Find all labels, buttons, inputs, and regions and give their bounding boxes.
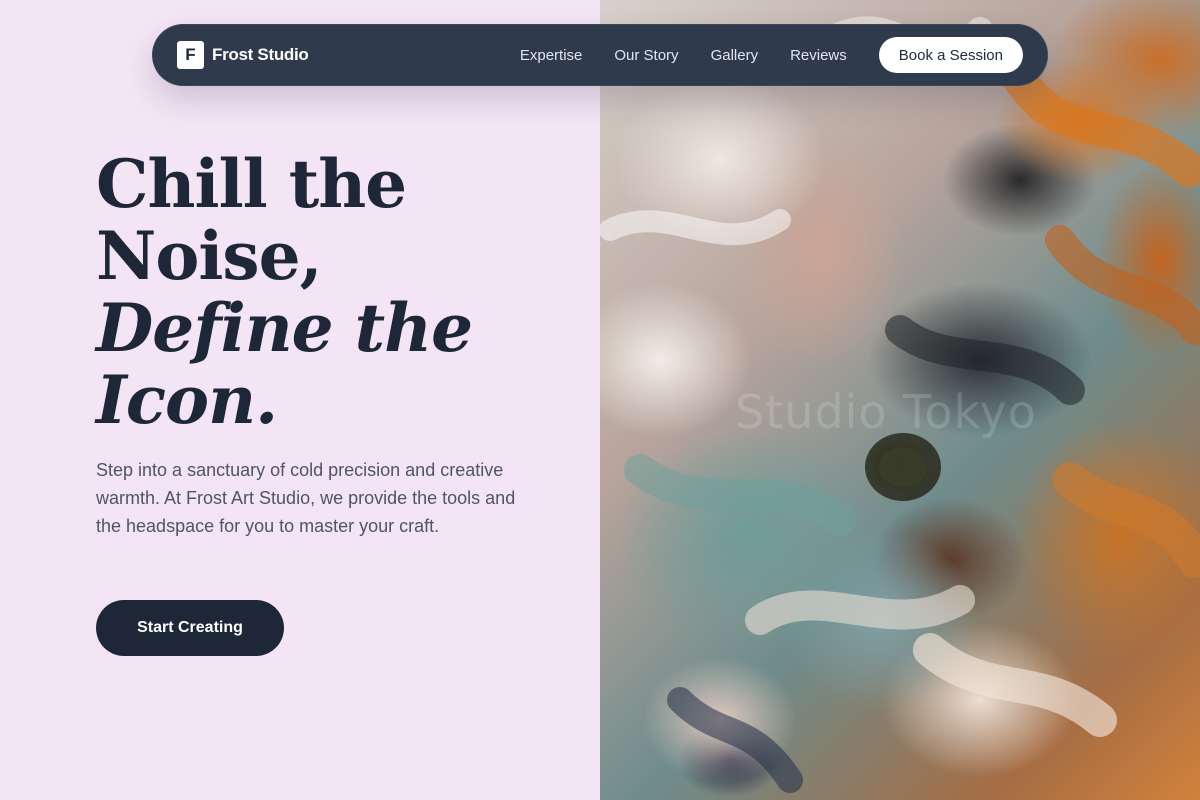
hero-title: Chill the Noise, Define the Icon. (96, 148, 576, 436)
hero-title-line-2: Noise, (96, 217, 323, 295)
hero-title-line-3: Define the (96, 289, 473, 367)
hero-artwork-image: Studio Tokyo (600, 0, 1200, 800)
nav-link-reviews[interactable]: Reviews (790, 47, 847, 64)
nav-link-our-story[interactable]: Our Story (614, 47, 678, 64)
brand-logo-icon[interactable]: F (177, 41, 204, 69)
nav-links: Expertise Our Story Gallery Reviews Book… (520, 37, 1023, 73)
brand[interactable]: F Frost Studio (177, 41, 309, 69)
hero-description: Step into a sanctuary of cold precision … (96, 460, 516, 536)
nav-link-expertise[interactable]: Expertise (520, 47, 583, 64)
navbar: F Frost Studio Expertise Our Story Galle… (152, 24, 1048, 86)
nav-link-gallery[interactable]: Gallery (711, 47, 759, 64)
start-creating-button[interactable]: Start Creating (96, 600, 284, 656)
hero-title-line-4: Icon. (96, 361, 278, 439)
brand-name[interactable]: Frost Studio (212, 45, 309, 65)
book-session-button[interactable]: Book a Session (878, 37, 1023, 73)
image-watermark: Studio Tokyo (735, 385, 1037, 439)
hero-title-line-1: Chill the (96, 145, 407, 223)
